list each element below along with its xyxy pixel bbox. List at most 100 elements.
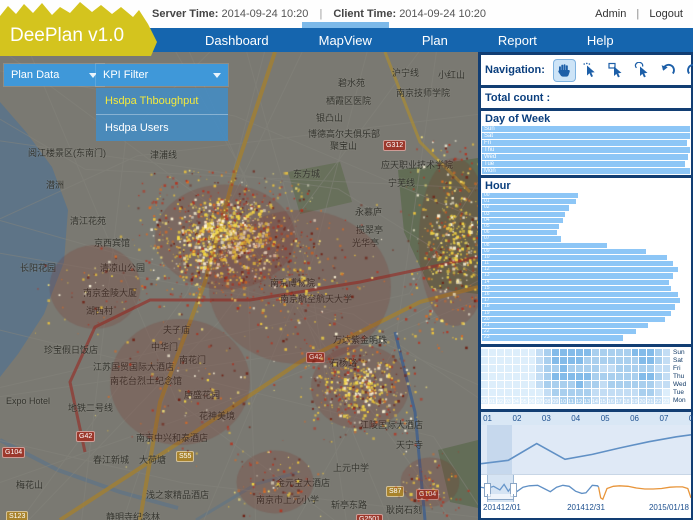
heatmap-cell[interactable] bbox=[536, 381, 543, 388]
bar-02[interactable] bbox=[482, 205, 569, 210]
redo-icon[interactable] bbox=[684, 60, 693, 81]
heatmap-cell[interactable] bbox=[632, 389, 639, 396]
heatmap-cell[interactable] bbox=[600, 373, 607, 380]
heatmap-cell[interactable] bbox=[624, 381, 631, 388]
logout-link[interactable]: Logout bbox=[649, 8, 683, 20]
heatmap-cell[interactable] bbox=[481, 357, 488, 364]
heatmap-cell[interactable] bbox=[632, 357, 639, 364]
heatmap-cell[interactable] bbox=[632, 365, 639, 372]
bar-07[interactable] bbox=[482, 236, 561, 241]
heatmap-cell[interactable] bbox=[663, 373, 670, 380]
heatmap-cell[interactable] bbox=[489, 349, 496, 356]
heatmap-cell[interactable] bbox=[536, 349, 543, 356]
heatmap-cell[interactable] bbox=[600, 381, 607, 388]
heatmap-cell[interactable] bbox=[655, 357, 662, 364]
heatmap-cell[interactable] bbox=[552, 389, 559, 396]
heatmap-cell[interactable] bbox=[505, 389, 512, 396]
heatmap-cell[interactable] bbox=[647, 389, 654, 396]
heatmap-cell[interactable] bbox=[544, 349, 551, 356]
bar-16[interactable] bbox=[482, 292, 678, 297]
heatmap-cell[interactable] bbox=[505, 357, 512, 364]
heatmap-cell[interactable] bbox=[647, 357, 654, 364]
heatmap-cell[interactable] bbox=[481, 381, 488, 388]
heatmap-cell[interactable] bbox=[608, 373, 615, 380]
bar-14[interactable] bbox=[482, 280, 669, 285]
bar-19[interactable] bbox=[482, 311, 671, 316]
heatmap-cell[interactable] bbox=[576, 357, 583, 364]
heatmap-cell[interactable] bbox=[616, 357, 623, 364]
heatmap-cell[interactable] bbox=[616, 389, 623, 396]
heatmap-cell[interactable] bbox=[529, 365, 536, 372]
heatmap-cell[interactable] bbox=[639, 357, 646, 364]
heatmap-cell[interactable] bbox=[521, 381, 528, 388]
heatmap-cell[interactable] bbox=[576, 349, 583, 356]
bar-Mon[interactable] bbox=[482, 168, 690, 174]
heatmap-cell[interactable] bbox=[624, 389, 631, 396]
kpi-menu-item[interactable]: Hsdpa Thboughput bbox=[96, 88, 228, 115]
heatmap-cell[interactable] bbox=[560, 349, 567, 356]
week-hour-heatmap[interactable]: 0001020304050607080910111213141516171819… bbox=[481, 349, 671, 405]
bar-23[interactable] bbox=[482, 335, 623, 340]
heatmap-cell[interactable] bbox=[584, 381, 591, 388]
heatmap-cell[interactable] bbox=[521, 373, 528, 380]
heatmap-cell[interactable] bbox=[655, 349, 662, 356]
heatmap-cell[interactable] bbox=[624, 373, 631, 380]
kpi-menu-item[interactable]: Hsdpa Users bbox=[96, 115, 228, 141]
heatmap-cell[interactable] bbox=[529, 389, 536, 396]
heatmap-cell[interactable] bbox=[497, 357, 504, 364]
bar-05[interactable] bbox=[482, 224, 559, 229]
heatmap-cell[interactable] bbox=[536, 373, 543, 380]
heatmap-cell[interactable] bbox=[544, 365, 551, 372]
heatmap-cell[interactable] bbox=[632, 373, 639, 380]
heatmap-cell[interactable] bbox=[513, 349, 520, 356]
bar-15[interactable] bbox=[482, 286, 671, 291]
heatmap-cell[interactable] bbox=[592, 389, 599, 396]
heatmap-cell[interactable] bbox=[624, 357, 631, 364]
bar-08[interactable] bbox=[482, 243, 607, 248]
heatmap-cell[interactable] bbox=[655, 365, 662, 372]
heatmap-cell[interactable] bbox=[568, 365, 575, 372]
heatmap-cell[interactable] bbox=[608, 381, 615, 388]
heatmap-cell[interactable] bbox=[481, 373, 488, 380]
heatmap-cell[interactable] bbox=[647, 381, 654, 388]
heatmap-cell[interactable] bbox=[521, 365, 528, 372]
heatmap-cell[interactable] bbox=[584, 365, 591, 372]
heatmap-cell[interactable] bbox=[632, 349, 639, 356]
heatmap-cell[interactable] bbox=[639, 349, 646, 356]
bar-10[interactable] bbox=[482, 255, 667, 260]
bar-Thu[interactable] bbox=[482, 147, 690, 153]
heatmap-cell[interactable] bbox=[497, 381, 504, 388]
bar-Sat[interactable] bbox=[482, 133, 690, 139]
heatmap-cell[interactable] bbox=[592, 381, 599, 388]
heatmap-cell[interactable] bbox=[639, 373, 646, 380]
heatmap-cell[interactable] bbox=[529, 381, 536, 388]
select-pointer-icon[interactable] bbox=[580, 60, 601, 81]
heatmap-cell[interactable] bbox=[568, 349, 575, 356]
heatmap-cell[interactable] bbox=[592, 365, 599, 372]
heatmap-cell[interactable] bbox=[489, 373, 496, 380]
heatmap-cell[interactable] bbox=[655, 381, 662, 388]
bar-04[interactable] bbox=[482, 218, 563, 223]
hour-chart[interactable]: 0001020304050607080910111213141516171819… bbox=[481, 193, 691, 341]
heatmap-cell[interactable] bbox=[568, 357, 575, 364]
heatmap-cell[interactable] bbox=[536, 389, 543, 396]
bar-09[interactable] bbox=[482, 249, 646, 254]
heatmap-cell[interactable] bbox=[647, 349, 654, 356]
heatmap-cell[interactable] bbox=[560, 389, 567, 396]
heatmap-cell[interactable] bbox=[544, 389, 551, 396]
nav-item-help[interactable]: Help bbox=[562, 28, 639, 52]
heatmap-cell[interactable] bbox=[513, 373, 520, 380]
heatmap-cell[interactable] bbox=[616, 373, 623, 380]
heatmap-cell[interactable] bbox=[560, 365, 567, 372]
heatmap-cell[interactable] bbox=[568, 373, 575, 380]
heatmap-cell[interactable] bbox=[521, 349, 528, 356]
heatmap-cell[interactable] bbox=[529, 357, 536, 364]
heatmap-cell[interactable] bbox=[608, 349, 615, 356]
heatmap-cell[interactable] bbox=[647, 365, 654, 372]
bar-17[interactable] bbox=[482, 298, 680, 303]
heatmap-cell[interactable] bbox=[592, 373, 599, 380]
circle-select-pointer-icon[interactable] bbox=[632, 60, 653, 81]
heatmap-cell[interactable] bbox=[544, 373, 551, 380]
bar-11[interactable] bbox=[482, 261, 673, 266]
nav-item-mapview[interactable]: MapView bbox=[294, 28, 397, 52]
